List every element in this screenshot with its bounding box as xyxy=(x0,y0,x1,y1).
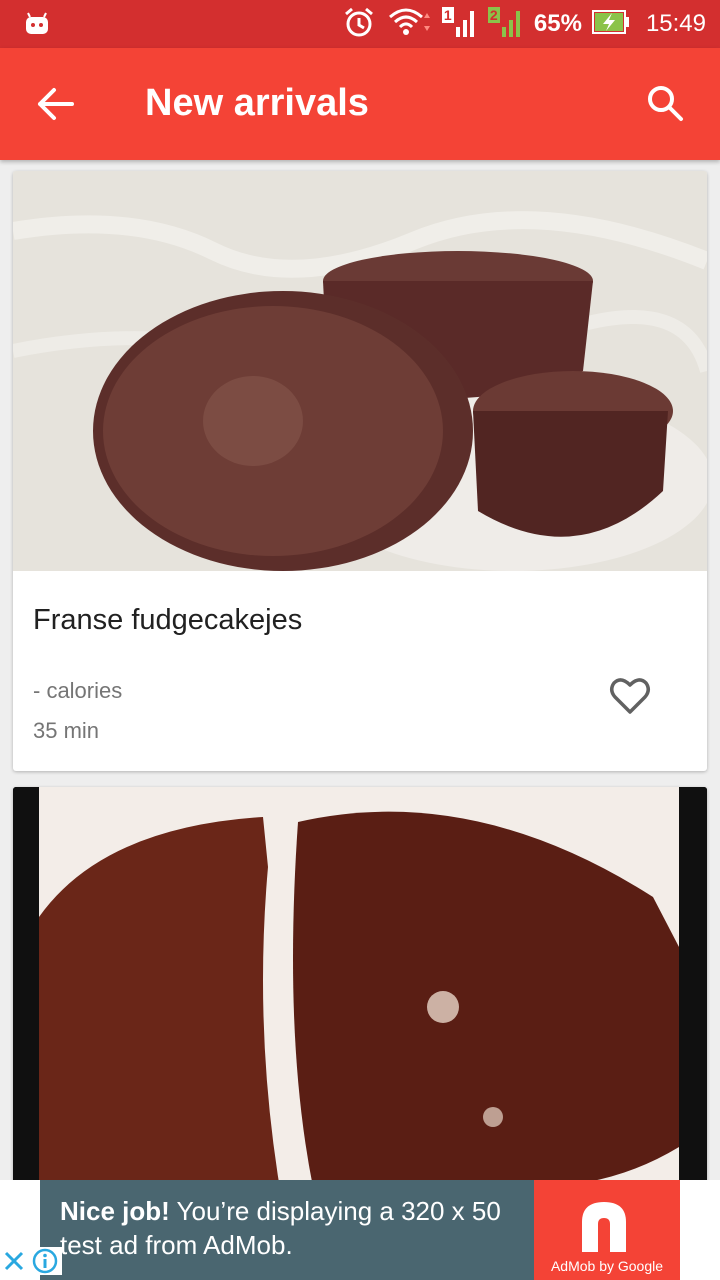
ad-content[interactable]: Nice job! You’re displaying a 320 x 50 t… xyxy=(40,1180,680,1280)
recipe-duration: 35 min xyxy=(33,718,100,743)
search-icon[interactable] xyxy=(646,84,684,127)
status-bar: 1 2 65% 15:49 xyxy=(0,0,720,48)
ad-controls xyxy=(0,1247,62,1280)
wifi-icon xyxy=(386,5,432,44)
recipe-title: Franse fudgecakejes xyxy=(33,604,303,636)
app-bar: New arrivals xyxy=(0,48,720,160)
alarm-icon xyxy=(342,5,376,44)
recipe-card[interactable] xyxy=(13,787,707,1207)
sim1-label: 1 xyxy=(443,6,452,23)
ad-headline: Nice job! xyxy=(60,1196,170,1226)
info-icon[interactable] xyxy=(28,1247,62,1280)
heart-outline-icon[interactable] xyxy=(609,676,651,721)
ad-brand: AdMob by Google xyxy=(550,1258,664,1274)
recipe-card[interactable]: Franse fudgecakejes - calories 35 min xyxy=(13,171,707,771)
ad-text: Nice job! You’re displaying a 320 x 50 t… xyxy=(60,1194,530,1262)
ad-banner[interactable]: Nice job! You’re displaying a 320 x 50 t… xyxy=(0,1180,720,1280)
sim2-label: 2 xyxy=(489,6,498,23)
admob-logo: AdMob by Google xyxy=(534,1180,680,1280)
signal-sim2-icon: 2 xyxy=(487,5,524,44)
recipe-photo xyxy=(13,171,707,571)
battery-percent: 65% xyxy=(533,10,582,37)
arrow-left-icon[interactable] xyxy=(36,86,74,127)
signal-sim1-icon: 1 xyxy=(441,5,478,44)
recipe-photo xyxy=(13,787,707,1207)
battery-charging-icon xyxy=(591,9,630,40)
recipe-calories: - calories xyxy=(33,678,123,703)
close-icon[interactable] xyxy=(0,1247,28,1280)
clock: 15:49 xyxy=(645,10,706,37)
page-title: New arrivals xyxy=(145,82,369,124)
android-icon xyxy=(24,11,50,42)
